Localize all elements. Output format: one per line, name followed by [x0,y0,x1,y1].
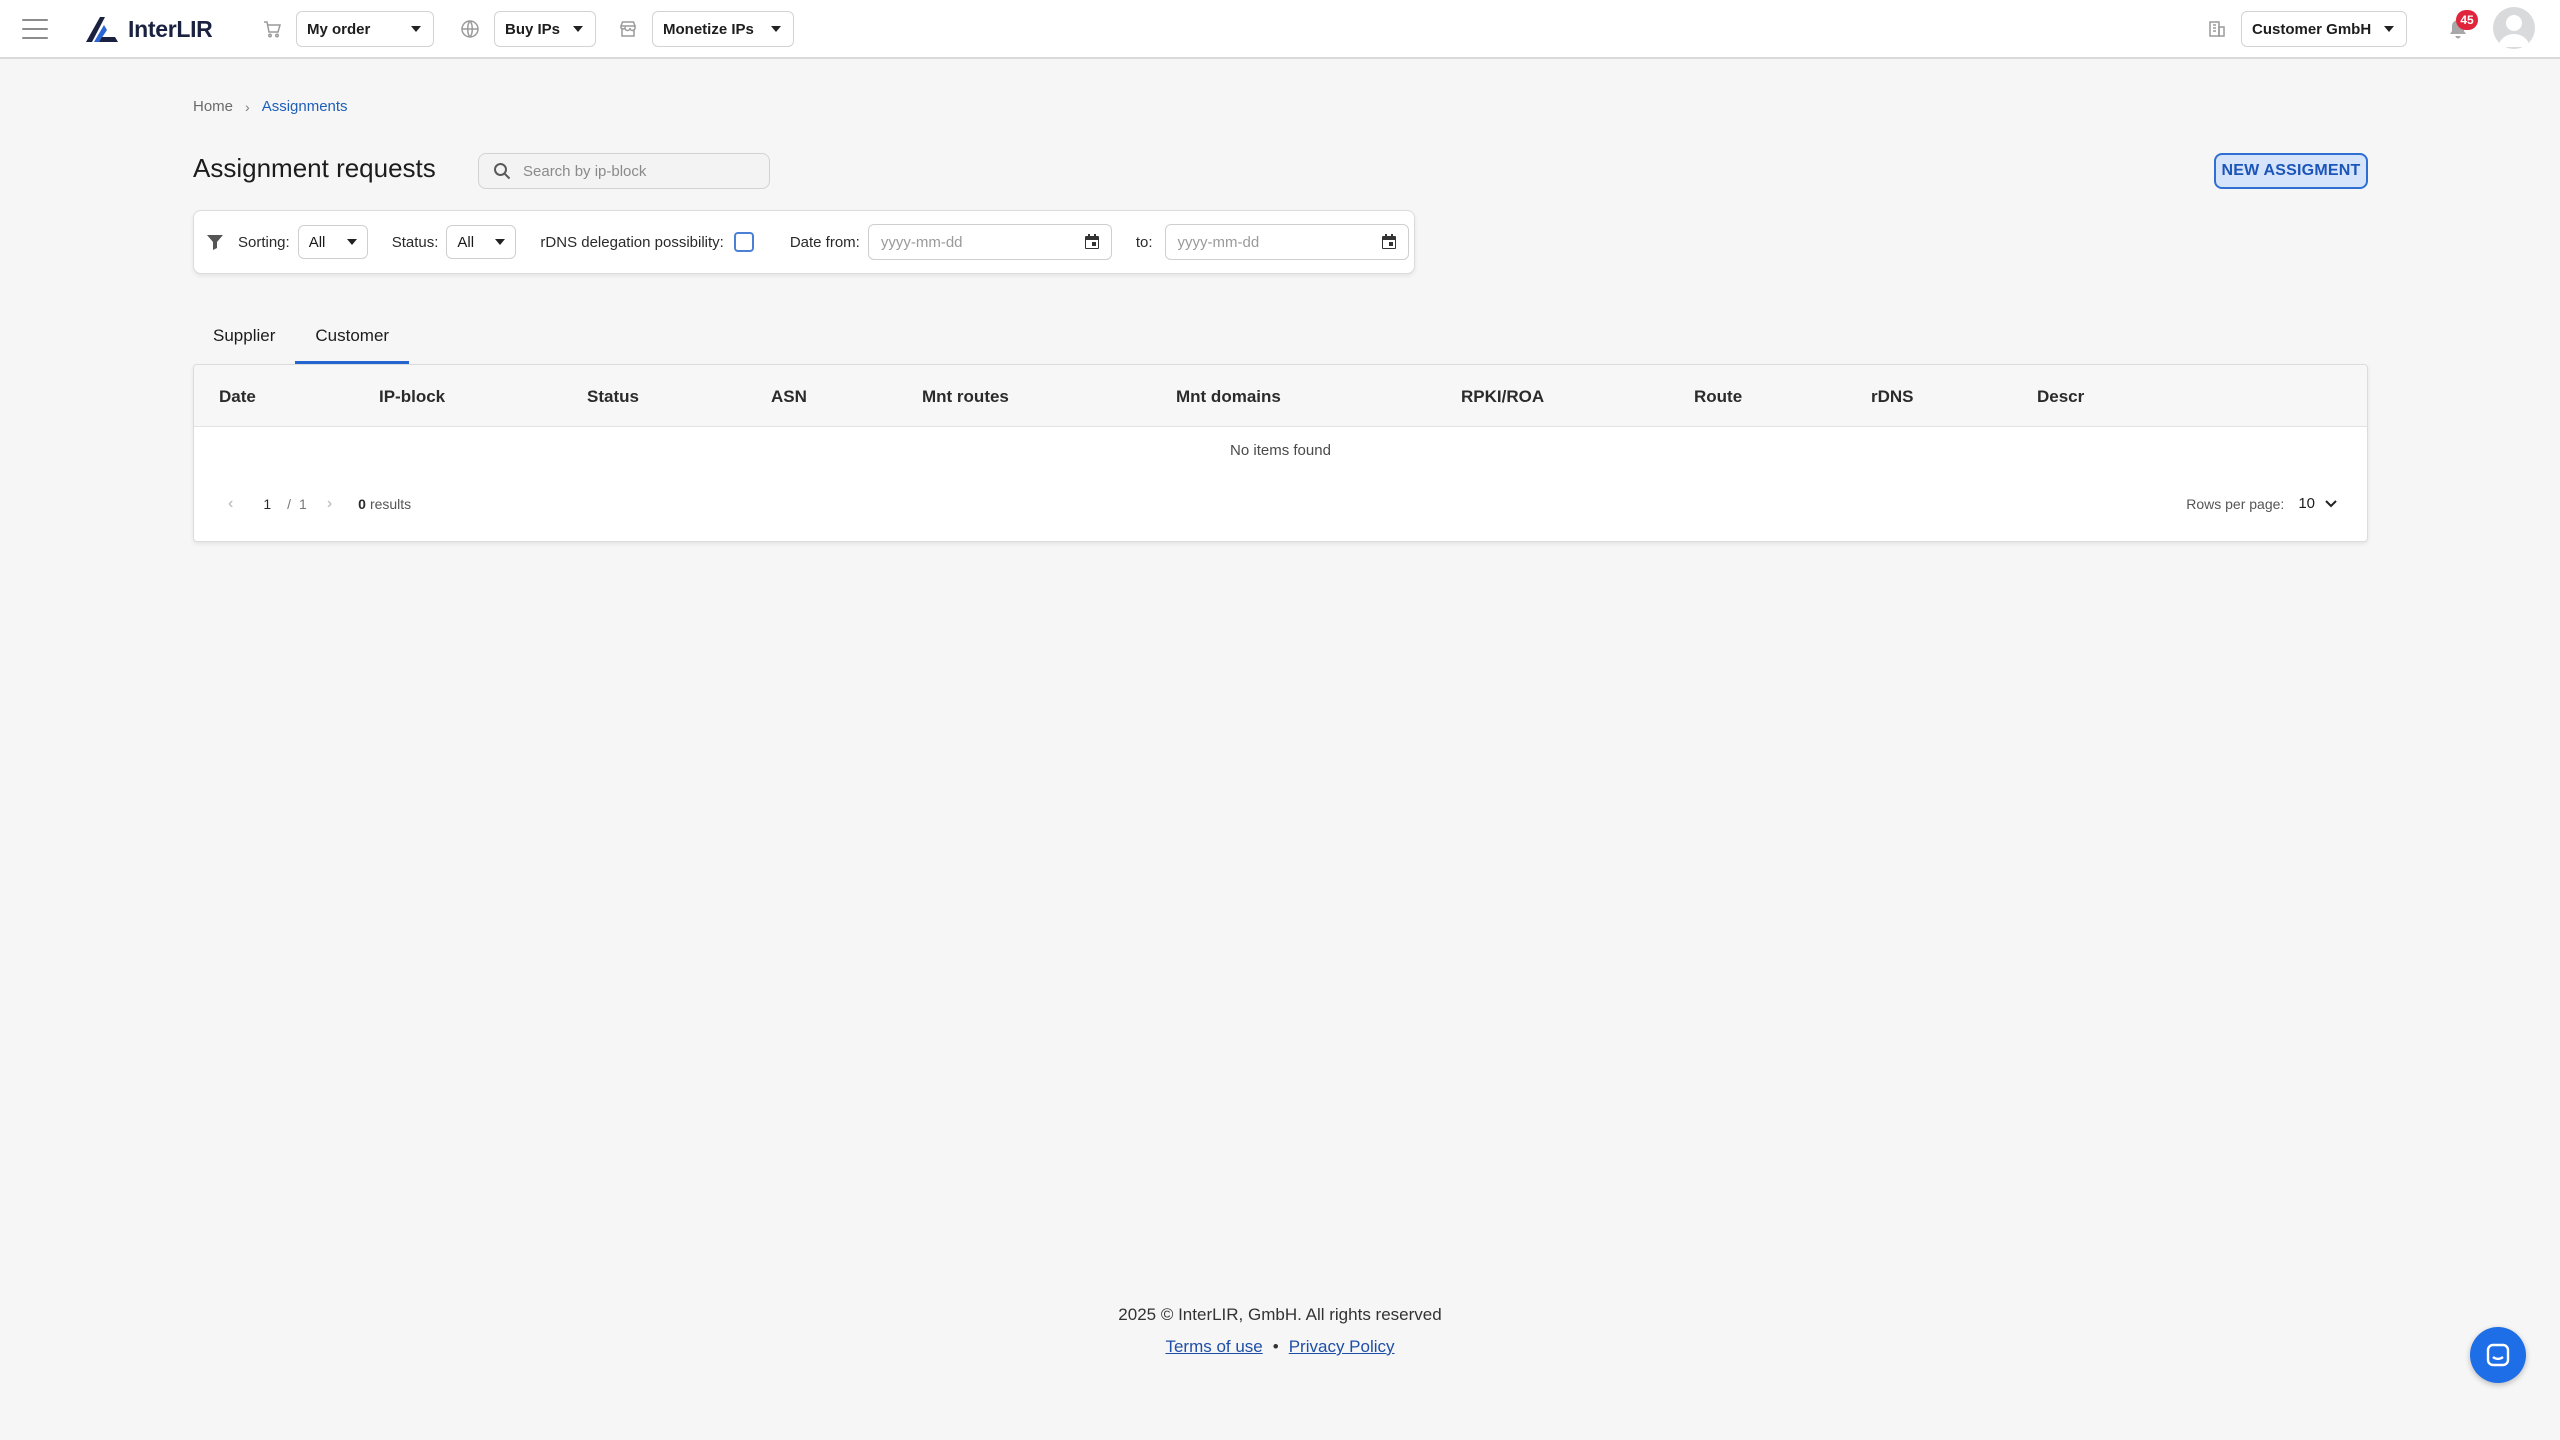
chevron-down-icon [411,26,421,32]
page-title: Assignment requests [193,153,436,183]
tab-supplier[interactable]: Supplier [193,318,295,364]
date-from-label: Date from: [789,233,860,251]
column-descr[interactable]: Descr [2037,387,2084,407]
status-label: Status: [391,233,439,251]
chevron-down-icon [346,239,357,245]
column-rpki-roa[interactable]: RPKI/ROA [1461,387,1544,407]
footer: 2025 © InterLIR, GmbH. All rights reserv… [0,1305,2560,1357]
column-rdns[interactable]: rDNS [1871,387,1914,407]
footer-links: Terms of use • Privacy Policy [0,1337,2560,1357]
nav-buy-ips: Buy IPs [460,11,596,47]
column-status[interactable]: Status [587,387,639,407]
table-header: Date IP-block Status ASN Mnt routes Mnt … [194,365,2367,427]
pagination: ‹ 1 / 1 › 0 results [228,495,411,513]
top-bar: InterLIR My order Buy IPs Monetize IPs C… [0,0,2560,59]
rdns-checkbox[interactable] [733,232,754,252]
globe-icon [461,20,479,38]
store-icon [620,21,636,37]
assignments-table: Date IP-block Status ASN Mnt routes Mnt … [193,364,2368,542]
sorting-value: All [308,233,326,251]
avatar[interactable] [2493,7,2535,49]
rows-per-page: Rows per page: 10 [2186,495,2337,512]
monetize-ips-label: Monetize IPs [663,20,754,38]
filter-bar: Sorting: All Status: All rDNS delegation… [193,210,1415,274]
column-date[interactable]: Date [219,387,256,407]
my-order-label: My order [307,20,371,38]
rows-per-page-value: 10 [2298,495,2315,512]
search-icon [494,163,511,180]
status-select[interactable]: All [446,225,517,259]
interlir-logo-icon [86,17,118,42]
rows-per-page-label: Rows per page: [2186,495,2285,512]
date-from-placeholder: yyyy-mm-dd [880,233,963,251]
monetize-ips-dropdown[interactable]: Monetize IPs [652,11,794,47]
tabs: Supplier Customer [193,318,410,364]
results-label: results [369,496,412,512]
chevron-down-icon [2325,499,2337,507]
filter-icon [207,235,223,250]
company-label: Customer GmbH [2252,20,2372,38]
status-value: All [457,233,475,251]
chevron-down-icon [2384,26,2394,32]
sorting-label: Sorting: [238,233,290,251]
chat-icon [2486,1343,2510,1367]
date-to-placeholder: yyyy-mm-dd [1177,233,1260,251]
empty-state: No items found [1230,442,1331,459]
copyright: 2025 © InterLIR, GmbH. All rights reserv… [1118,1305,1442,1324]
prev-page-icon[interactable]: ‹ [228,495,233,513]
search-box[interactable] [478,153,770,189]
calendar-icon[interactable] [1083,233,1101,251]
breadcrumb: Home › Assignments [193,98,348,115]
current-page: 1 [263,496,272,512]
buy-ips-dropdown[interactable]: Buy IPs [494,11,596,47]
column-asn[interactable]: ASN [771,387,807,407]
breadcrumb-current[interactable]: Assignments [262,98,348,115]
rdns-label: rDNS delegation possibility: [540,233,724,251]
my-order-dropdown[interactable]: My order [296,11,434,47]
tab-customer[interactable]: Customer [295,318,410,364]
column-mnt-domains[interactable]: Mnt domains [1176,387,1281,407]
nav-monetize-ips: Monetize IPs [618,11,794,47]
logo-text: InterLIR [128,15,213,42]
chevron-right-icon: › [245,98,250,115]
breadcrumb-home[interactable]: Home [193,98,233,115]
page-separator: / [287,496,292,512]
logo[interactable]: InterLIR [84,14,213,44]
footer-separator: • [1272,1337,1279,1356]
menu-icon[interactable] [22,19,48,39]
nav-my-order: My order [262,11,434,47]
chat-button[interactable] [2470,1327,2526,1383]
buy-ips-label: Buy IPs [505,20,561,38]
total-pages: 1 [299,496,307,512]
date-to-label: to: [1135,233,1153,251]
terms-link[interactable]: Terms of use [1165,1337,1262,1357]
column-route[interactable]: Route [1694,387,1742,407]
notification-badge: 45 [2456,10,2478,30]
company-selector: Customer GmbH [2207,11,2407,47]
sorting-select[interactable]: All [297,225,368,259]
user-icon [2498,15,2530,47]
building-icon [2209,21,2225,37]
chevron-down-icon [771,26,781,32]
next-page-icon[interactable]: › [327,495,332,513]
date-to-input[interactable]: yyyy-mm-dd [1164,224,1409,260]
search-input[interactable] [523,162,743,180]
new-assignment-button[interactable]: NEW ASSIGMENT [2214,153,2368,189]
company-dropdown[interactable]: Customer GmbH [2241,11,2407,47]
cart-icon [264,21,281,38]
column-mnt-routes[interactable]: Mnt routes [922,387,1009,407]
rows-per-page-select[interactable]: 10 [2298,495,2337,512]
column-ip-block[interactable]: IP-block [379,387,445,407]
privacy-link[interactable]: Privacy Policy [1289,1337,1395,1357]
calendar-icon[interactable] [1380,233,1398,251]
chevron-down-icon [495,239,506,245]
date-from-input[interactable]: yyyy-mm-dd [867,224,1112,260]
chevron-down-icon [573,26,583,32]
results-count: 0 [358,496,366,512]
